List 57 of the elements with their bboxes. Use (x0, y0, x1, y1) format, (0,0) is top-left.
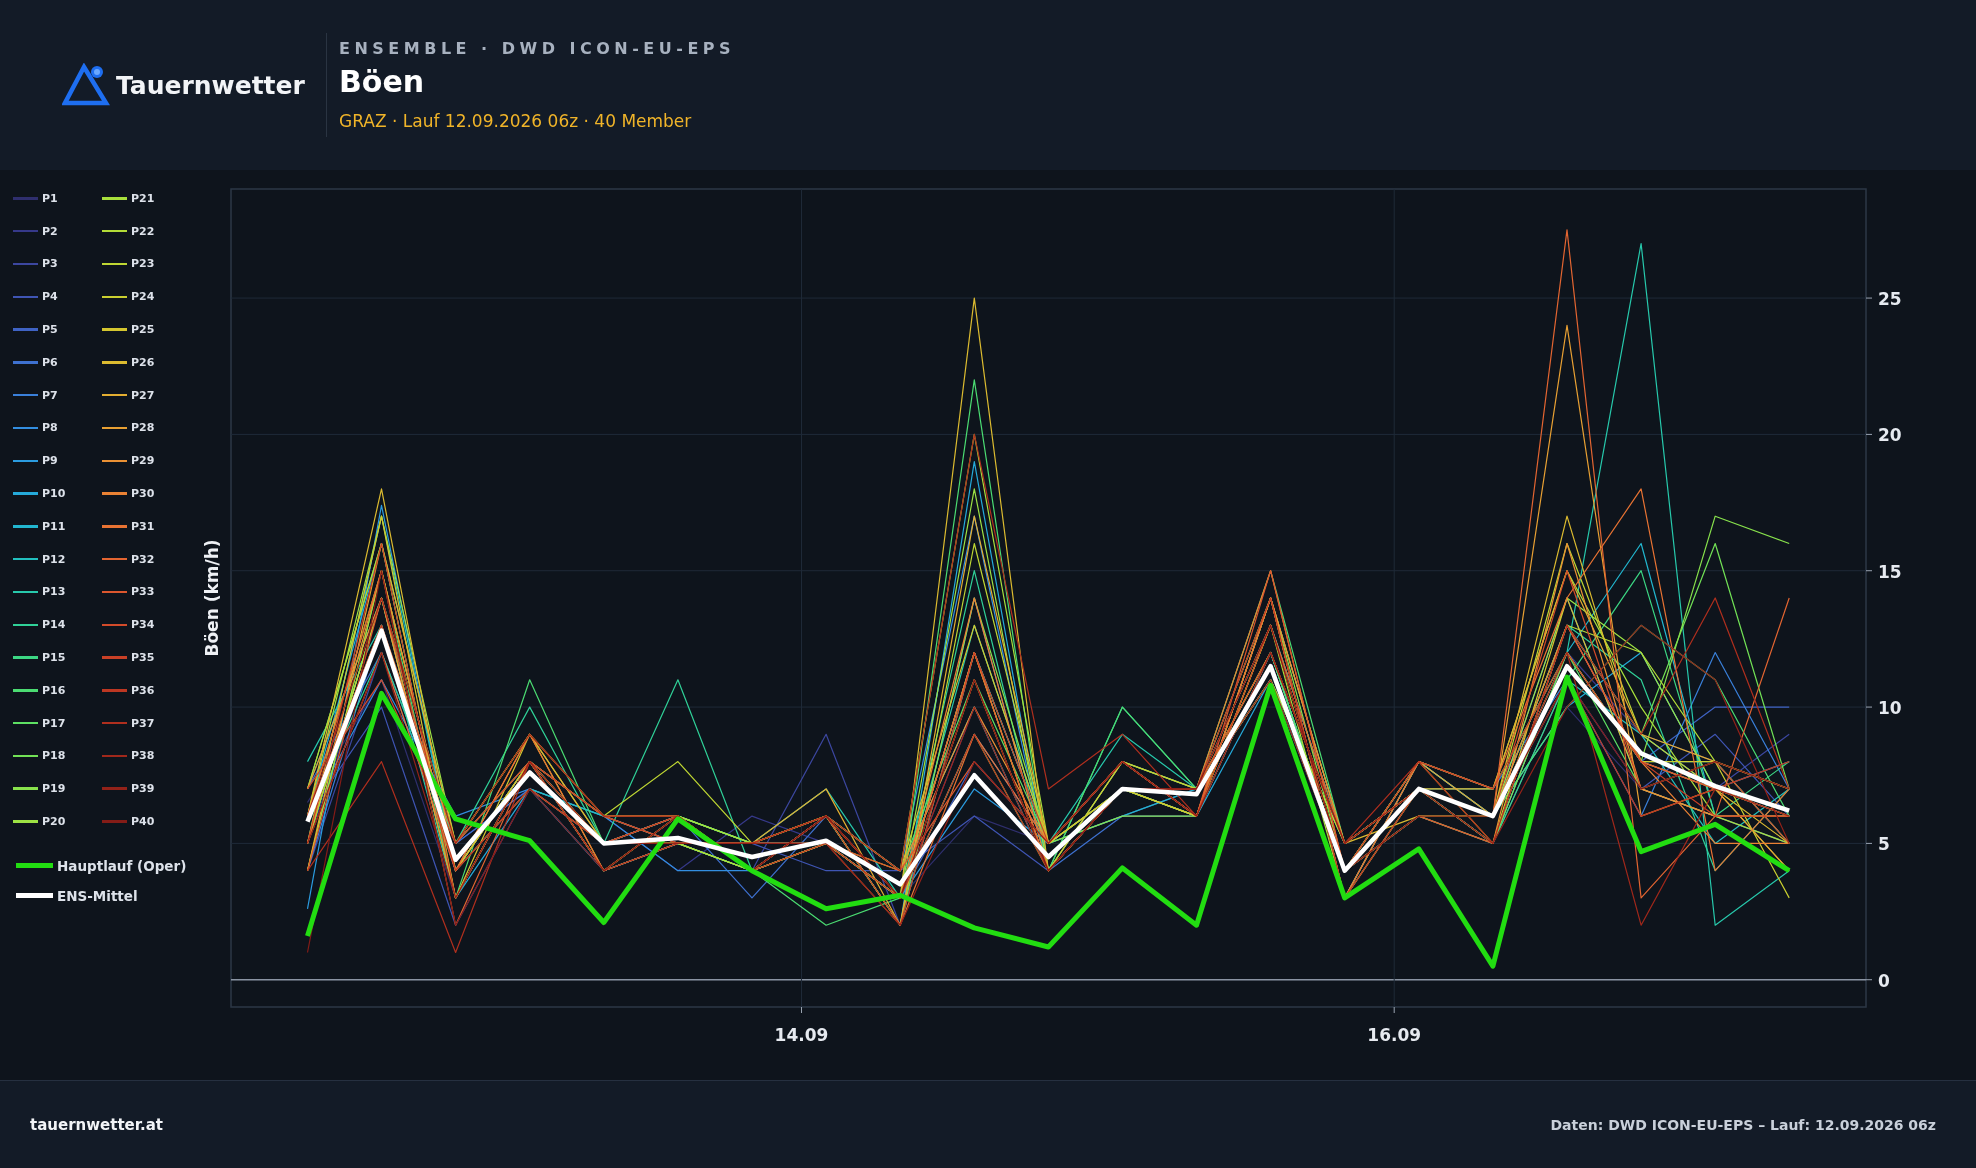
legend-label: P9 (42, 454, 58, 468)
page-title: Böen (339, 64, 426, 99)
y-tick-label: 0 (1878, 970, 1890, 991)
legend-label: P5 (42, 323, 58, 337)
legend-label: P4 (42, 290, 58, 304)
site-name: tauernwetter.at (30, 1116, 163, 1134)
x-tick-label: 14.09 (774, 1025, 829, 1045)
y-axis-label: Böen (km/h) (202, 539, 222, 657)
legend-label: P24 (131, 290, 155, 304)
legend-label: P31 (131, 519, 155, 533)
legend-label: P2 (42, 224, 58, 238)
legend-label: P30 (131, 487, 155, 501)
run-info: GRAZ · Lauf 12.09.2026 06z · 40 Member (339, 111, 693, 131)
legend-label: P8 (42, 421, 58, 435)
legend-label: P15 (42, 651, 66, 665)
legend-label: ENS-Mittel (57, 887, 138, 904)
legend-label: P19 (42, 782, 66, 796)
x-tick-label: 16.09 (1367, 1025, 1422, 1045)
legend-label: P10 (42, 487, 66, 501)
legend-label: P23 (131, 257, 155, 271)
y-tick-label: 15 (1878, 561, 1902, 582)
brand-name: Tauernwetter (116, 70, 305, 100)
legend-label: P38 (131, 749, 155, 763)
legend-label: P29 (131, 454, 155, 468)
legend-label: P18 (42, 749, 66, 763)
legend-label: P35 (131, 651, 155, 665)
legend-label: P32 (131, 552, 155, 566)
legend-label: P22 (131, 224, 155, 238)
legend-label: P27 (131, 388, 155, 402)
y-tick-label: 25 (1878, 289, 1902, 310)
legend-label: P40 (131, 815, 155, 829)
legend-label: P28 (131, 421, 155, 435)
legend-label: P26 (131, 355, 155, 369)
y-tick-label: 20 (1878, 425, 1902, 446)
legend-label: P12 (42, 552, 66, 566)
legend-label: P11 (42, 519, 66, 533)
legend-label: P34 (131, 618, 155, 632)
legend-label: P7 (42, 388, 58, 402)
legend-label: P33 (131, 585, 155, 599)
legend-label: P37 (131, 716, 155, 730)
legend-label: P14 (42, 618, 66, 632)
legend-label: P1 (42, 191, 58, 205)
legend-label: P13 (42, 585, 66, 599)
legend-label: P25 (131, 323, 155, 337)
legend-label: Hauptlauf (Oper) (57, 857, 187, 874)
legend-label: P6 (42, 355, 58, 369)
legend-label: P3 (42, 257, 58, 271)
legend-label: P21 (131, 191, 155, 205)
y-tick-label: 10 (1878, 698, 1902, 719)
legend-label: P36 (131, 683, 155, 697)
model-label: ENSEMBLE · DWD ICON-EU-EPS (339, 39, 736, 58)
legend-label: P39 (131, 782, 155, 796)
legend-label: P20 (42, 815, 66, 829)
legend-label: P17 (42, 716, 66, 730)
data-source: Daten: DWD ICON-EU-EPS – Lauf: 12.09.2026 06z (1550, 1117, 1936, 1133)
legend-label: P16 (42, 683, 66, 697)
y-tick-label: 5 (1878, 834, 1890, 855)
